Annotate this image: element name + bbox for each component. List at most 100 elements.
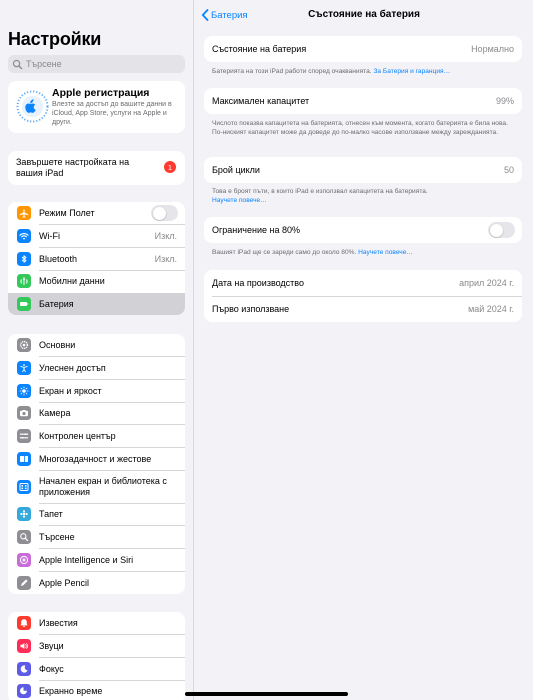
sidebar-item-multitasking[interactable]: Многозадачност и жестове xyxy=(8,447,185,471)
cycles-note-text: Това е броят пъти, в които iPad е използ… xyxy=(212,188,428,195)
sidebar-item-siri[interactable]: Apple Intelligence и Siri xyxy=(8,549,185,572)
accessibility-icon xyxy=(17,361,31,376)
sidebar-item-label: Търсене xyxy=(39,532,75,543)
search-icon xyxy=(12,59,23,69)
cycles-label: Брой цикли xyxy=(212,165,260,175)
bluetooth-icon xyxy=(17,251,31,266)
sidebar-item-wallpaper[interactable]: Тапет xyxy=(8,503,185,526)
sidebar-item-label: Мобилни данни xyxy=(39,276,105,287)
pencil-icon xyxy=(17,575,31,590)
apple-account-icon xyxy=(16,90,49,123)
sidebar-item-airplane[interactable]: Режим Полет xyxy=(8,202,185,225)
battery-warranty-link[interactable]: За Батерия и гаранция… xyxy=(373,68,450,75)
limit-note-text: Вашият iPad ще се зареди само до около 8… xyxy=(212,249,357,256)
sidebar-item-label: Многозадачност и жестове xyxy=(39,453,152,464)
sidebar-item-label: Улеснен достъп xyxy=(39,363,106,374)
setup-badge: 1 xyxy=(164,161,176,173)
first-use-value: май 2024 г. xyxy=(468,304,514,314)
sidebar-item-sound[interactable]: Звуци xyxy=(8,635,185,658)
airplane-icon xyxy=(17,206,31,221)
cellular-icon xyxy=(17,274,31,289)
sidebar-item-brightness[interactable]: Екран и яркост xyxy=(8,379,185,403)
sidebar-item-label: Bluetooth xyxy=(39,253,78,264)
sidebar-item-bluetooth[interactable]: Bluetooth Изкл. xyxy=(8,247,185,271)
apple-account-subtitle: Влезте за достъп до вашите данни в iClou… xyxy=(52,101,172,126)
wallpaper-icon xyxy=(17,507,31,522)
cycles-value: 50 xyxy=(503,165,514,175)
sidebar-item-screen-time[interactable]: Екранно време xyxy=(8,680,185,700)
apple-account-title: Apple регистрация xyxy=(52,87,150,99)
search-icon xyxy=(17,530,31,545)
page-title: Състояние на батерия xyxy=(308,9,420,20)
sidebar-item-accessibility[interactable]: Улеснен достъп xyxy=(8,357,185,380)
sidebar-item-camera[interactable]: Камера xyxy=(8,402,185,425)
sidebar-item-label: Контролен център xyxy=(39,431,116,442)
control-center-icon xyxy=(17,429,31,444)
sidebar-item-value: Изкл. xyxy=(154,231,177,242)
sidebar-item-label: Wi-Fi xyxy=(39,231,60,242)
sidebar-item-home-screen[interactable]: Начален екран и библиотека с приложения xyxy=(8,470,185,504)
first-use-row: Първо използване май 2024 г. xyxy=(204,296,522,322)
sidebar-item-label: Фокус xyxy=(39,663,64,674)
limit-note: Вашият iPad ще се зареди само до около 8… xyxy=(212,248,512,257)
sidebar-item-label: Основни xyxy=(39,340,76,351)
capacity-card: Максимален капацитет 99% xyxy=(204,88,522,114)
sidebar-item-label: Apple Pencil xyxy=(39,577,90,588)
sidebar-item-pencil[interactable]: Apple Pencil xyxy=(8,571,185,594)
sidebar-item-label: Известия xyxy=(39,618,78,629)
sidebar-item-battery[interactable]: Батерия xyxy=(8,292,185,316)
cycles-row: Брой цикли 50 xyxy=(204,157,522,183)
home-indicator[interactable] xyxy=(185,692,348,696)
sidebar-item-search[interactable]: Търсене xyxy=(8,526,185,549)
finish-setup-label: Завършете настройката на вашия iPad xyxy=(16,157,130,178)
sidebar-item-cellular[interactable]: Мобилни данни xyxy=(8,270,185,293)
limit-card: Ограничение на 80% xyxy=(204,217,522,243)
cycles-learn-more-link[interactable]: Научете повече… xyxy=(212,197,267,204)
sidebar-item-notifications[interactable]: Известия xyxy=(8,612,185,635)
connectivity-group: Режим Полет Wi-Fi Изкл. Bluetooth Изкл. Мобил… xyxy=(8,202,185,316)
cycles-card: Брой цикли 50 xyxy=(204,157,522,183)
finish-setup-card[interactable]: Завършете настройката на вашия iPad 1 xyxy=(8,151,185,185)
health-note: Батерията на този iPad работи според оча… xyxy=(212,67,512,76)
sidebar-item-value: Изкл. xyxy=(154,253,177,264)
health-label: Състояние на батерия xyxy=(212,44,307,54)
capacity-note: Числото показва капацитета на батерията,… xyxy=(212,120,508,136)
health-note-text: Батерията на този iPad работи според оча… xyxy=(212,68,372,75)
sidebar-item-label: Екранно време xyxy=(39,686,103,697)
home-screen-icon xyxy=(17,479,31,494)
capacity-value: 99% xyxy=(495,96,514,106)
sidebar-item-label: Екран и яркост xyxy=(39,385,102,396)
limit-label: Ограничение на 80% xyxy=(212,225,300,235)
sidebar-item-label: Начален екран и библиотека с приложения xyxy=(39,475,167,497)
dates-card: Дата на производство април 2024 г. Първо… xyxy=(204,270,522,322)
sidebar-item-focus-moon[interactable]: Фокус xyxy=(8,657,185,681)
airplane-mode-toggle[interactable] xyxy=(151,205,178,222)
camera-icon xyxy=(17,406,31,421)
cycles-note: Това е броят пъти, в които iPad е използ… xyxy=(212,187,512,205)
sidebar-item-wifi[interactable]: Wi-Fi Изкл. xyxy=(8,225,185,248)
notifications-icon xyxy=(17,616,31,631)
apple-account-card[interactable]: Apple регистрация Влезте за достъп до ва… xyxy=(8,81,185,133)
capacity-label: Максимален капацитет xyxy=(212,96,310,106)
manufacture-row: Дата на производство април 2024 г. xyxy=(204,270,522,296)
search-field[interactable]: Търсене xyxy=(8,55,185,73)
sidebar-item-label: Батерия xyxy=(39,299,74,310)
health-row: Състояние на батерия Нормално xyxy=(204,36,522,62)
battery-health-pane: Батерия Състояние на батерия Състояние н… xyxy=(195,0,533,700)
focus-moon-icon xyxy=(17,661,31,676)
sidebar: Настройки Търсене Apple регистрация Влез… xyxy=(0,0,194,700)
limit-80-toggle[interactable] xyxy=(488,222,515,238)
first-use-label: Първо използване xyxy=(212,304,290,314)
gear-icon xyxy=(17,338,31,353)
sidebar-title: Настройки xyxy=(8,29,102,49)
sidebar-item-gear[interactable]: Основни xyxy=(8,334,185,357)
sidebar-item-label: Apple Intelligence и Siri xyxy=(39,554,134,565)
health-card: Състояние на батерия Нормално xyxy=(204,36,522,62)
general-group: Основни Улеснен достъп Екран и яркост Камер… xyxy=(8,334,185,594)
limit-learn-more-link[interactable]: Научете повече… xyxy=(358,249,413,256)
sidebar-item-control-center[interactable]: Контролен център xyxy=(8,425,185,448)
sidebar-item-label: Режим Полет xyxy=(39,208,95,219)
brightness-icon xyxy=(17,383,31,398)
health-value: Нормално xyxy=(471,44,514,54)
limit-row: Ограничение на 80% xyxy=(204,217,522,243)
